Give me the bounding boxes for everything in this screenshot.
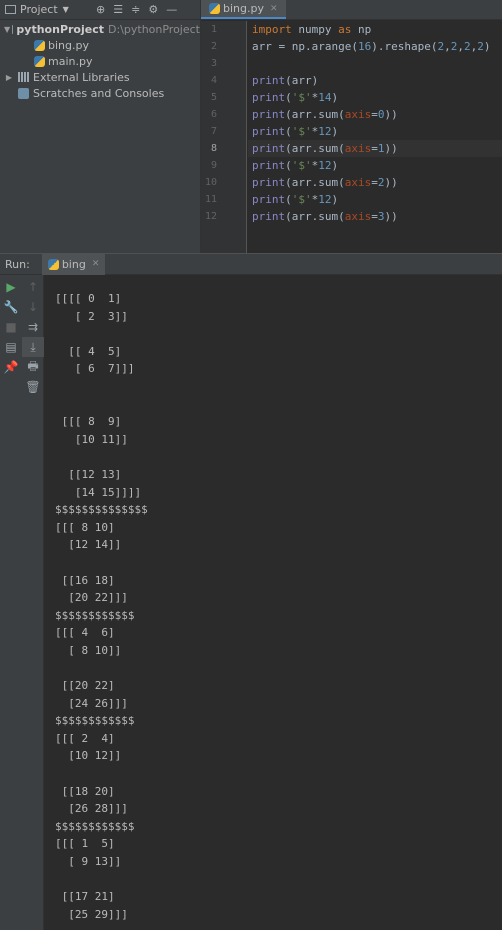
tree-item-external-libraries[interactable]: ▶ External Libraries [0, 69, 200, 85]
code-line[interactable]: print(arr.sum(axis=2)) [248, 174, 502, 191]
editor-tabs: bing.py ✕ [201, 0, 502, 20]
line-number: 1 [210, 24, 217, 35]
python-file-icon [34, 39, 45, 51]
line-number: 3 [210, 58, 217, 69]
tab-bing-py[interactable]: bing.py ✕ [201, 0, 286, 19]
run-tab-bing[interactable]: bing ✕ [41, 253, 106, 275]
code-line[interactable]: print('$'*12) [248, 123, 502, 140]
code-area[interactable]: import numpy as np arr = np.arange(16).re… [248, 21, 502, 225]
python-file-icon [209, 3, 220, 14]
library-icon [18, 72, 29, 82]
console-output: [[[[ 0 1] [ 2 3]] [[ 4 5] [ 6 7]]] [[[ 8… [55, 292, 148, 921]
print-icon[interactable]: 🖶 [22, 357, 44, 377]
close-icon[interactable]: ✕ [92, 259, 100, 269]
tree-item-bing-py[interactable]: bing.py [0, 37, 200, 53]
rerun-icon[interactable]: ▶ [0, 277, 22, 297]
tree-item-path: D:\pythonProject [108, 22, 200, 36]
tree-item-label: pythonProject [16, 22, 104, 36]
close-icon[interactable]: ✕ [270, 4, 278, 14]
project-tree: ▼ pythonProject D:\pythonProject bing.py… [0, 21, 200, 101]
run-console[interactable]: [[[[ 0 1] [ 2 3]] [[ 4 5] [ 6 7]]] [[[ 8… [45, 275, 502, 930]
code-line[interactable]: print('$'*12) [248, 191, 502, 208]
editor-pane: bing.py ✕ 1 2 3 4 5 6 7 8 9 10 11 12 import numpy a… [200, 0, 502, 253]
run-toolbar-secondary: ↑ ↓ ⇉ ⤓ 🖶 🗑 [22, 275, 44, 930]
scroll-to-end-icon[interactable]: ⤓ [22, 337, 44, 357]
project-pane: Project ▼ ⊕ ☰ ≑ ⚙ — ▼ pythonProject D:\p… [0, 0, 200, 253]
chevron-right-icon[interactable]: ▶ [4, 73, 14, 82]
tree-item-pythonproject[interactable]: ▼ pythonProject D:\pythonProject [0, 21, 200, 37]
trash-icon[interactable]: 🗑 [22, 377, 44, 397]
run-header: Run: bing ✕ [0, 253, 502, 275]
scratches-icon [18, 87, 29, 99]
line-number: 7 [210, 126, 217, 137]
tree-item-label: Scratches and Consoles [33, 86, 165, 100]
project-header: Project ▼ ⊕ ☰ ≑ ⚙ — [0, 0, 200, 20]
code-line[interactable]: print(arr.sum(axis=1)) [248, 140, 502, 157]
tab-label: bing.py [223, 2, 264, 15]
code-line[interactable]: print(arr.sum(axis=0)) [248, 106, 502, 123]
arrow-up-icon[interactable]: ↑ [22, 277, 44, 297]
gear-icon[interactable]: ⚙ [148, 3, 158, 16]
hide-icon[interactable]: — [166, 3, 177, 16]
project-view-icon[interactable] [5, 5, 16, 14]
pin-icon[interactable]: 📌 [0, 357, 22, 377]
expand-all-icon[interactable]: ☰ [113, 3, 123, 16]
soft-wrap-icon[interactable]: ⇉ [22, 317, 44, 337]
line-number: 6 [210, 109, 217, 120]
line-number: 4 [210, 75, 217, 86]
chevron-down-icon[interactable]: ▼ [4, 25, 10, 34]
code-line[interactable]: print('$'*14) [248, 89, 502, 106]
tree-item-main-py[interactable]: main.py [0, 53, 200, 69]
line-number: 12 [204, 211, 217, 222]
tree-item-label: External Libraries [33, 70, 130, 84]
line-number-gutter: 1 2 3 4 5 6 7 8 9 10 11 12 [201, 21, 247, 253]
tree-item-scratches[interactable]: Scratches and Consoles [0, 85, 200, 101]
line-number: 5 [210, 92, 217, 103]
stop-icon[interactable]: ■ [0, 317, 22, 337]
run-tab-label: bing [61, 257, 86, 271]
line-number: 11 [204, 194, 217, 205]
collapse-all-icon[interactable]: ≑ [131, 3, 140, 16]
tree-item-label: main.py [48, 54, 93, 68]
code-line[interactable]: import numpy as np [248, 21, 502, 38]
python-file-icon [34, 55, 45, 67]
layout-icon[interactable]: ▤ [0, 337, 22, 357]
project-title[interactable]: Project [20, 3, 58, 16]
wrench-icon[interactable]: 🔧 [0, 297, 22, 317]
line-number: 2 [210, 41, 217, 52]
code-line[interactable] [248, 55, 502, 72]
run-label: Run: [5, 257, 30, 271]
arrow-down-icon[interactable]: ↓ [22, 297, 44, 317]
chevron-down-icon[interactable]: ▼ [63, 5, 69, 14]
tree-item-label: bing.py [48, 38, 89, 52]
code-line[interactable]: print(arr.sum(axis=3)) [248, 208, 502, 225]
line-number: 8 [210, 143, 217, 154]
code-line[interactable]: print('$'*12) [248, 157, 502, 174]
code-line[interactable]: print(arr) [248, 72, 502, 89]
locate-icon[interactable]: ⊕ [96, 3, 105, 16]
python-file-icon [47, 258, 59, 270]
line-number: 10 [204, 177, 217, 188]
code-line[interactable]: arr = np.arange(16).reshape(2,2,2,2) [248, 38, 502, 55]
line-number: 9 [210, 160, 217, 171]
run-toolbar-primary: ▶ 🔧 ■ ▤ 📌 [0, 275, 22, 930]
